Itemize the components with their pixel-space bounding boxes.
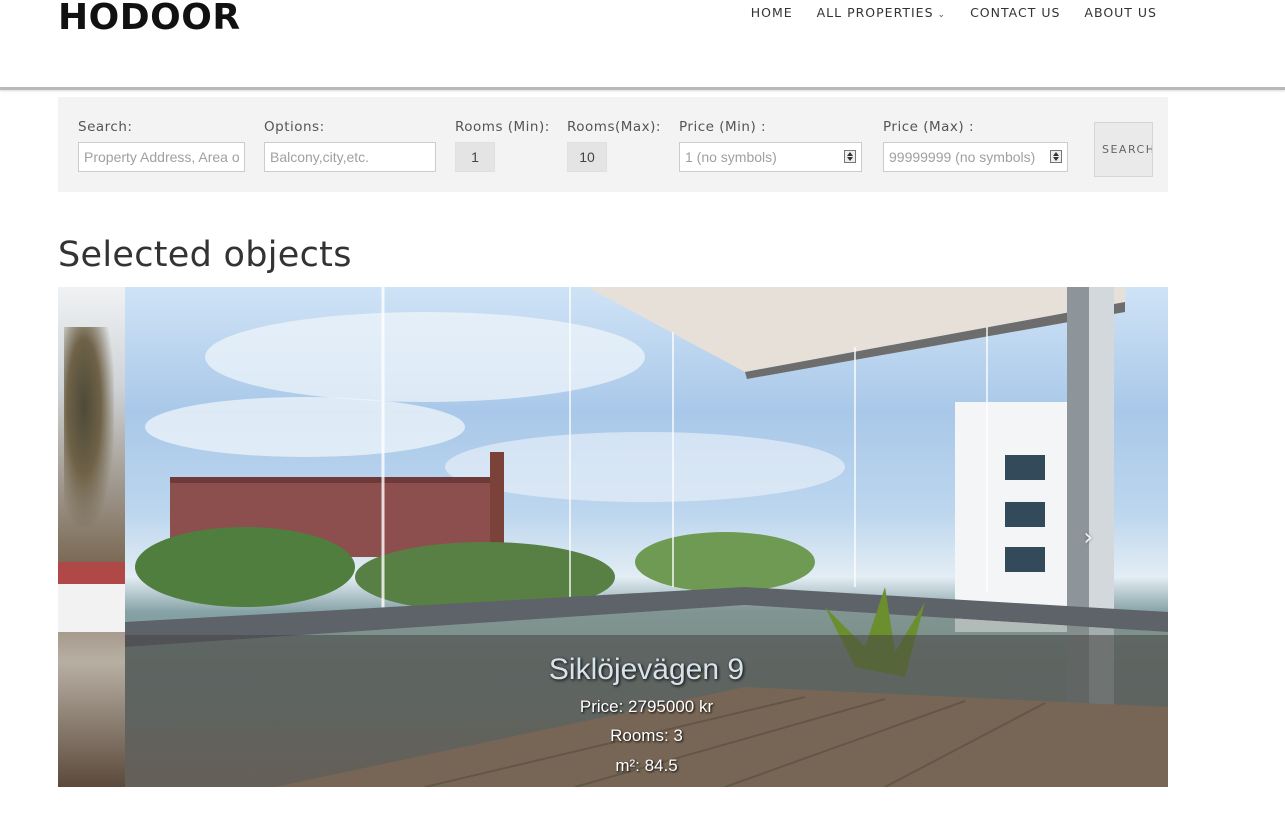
property-area: m²: 84.5	[615, 756, 678, 775]
search-panel: Search: Options: Rooms (Min): 1 Rooms(Ma…	[58, 97, 1168, 192]
nav-contact-us[interactable]: CONTACT US	[970, 5, 1060, 23]
rooms-max-label: Rooms(Max):	[567, 119, 661, 135]
nav-home[interactable]: HOME	[751, 5, 793, 23]
price-min-wrapper	[679, 142, 862, 172]
property-title[interactable]: Siklöjevägen 9	[125, 653, 1168, 687]
site-logo[interactable]: HODOOR	[58, 0, 241, 38]
main-nav: HOME ALL PROPERTIES ⌄ CONTACT US ABOUT US	[727, 5, 1157, 23]
chevron-down-icon: ⌄	[937, 10, 947, 20]
options-label: Options:	[264, 119, 325, 135]
previous-slide-preview[interactable]	[58, 287, 125, 787]
rooms-min-field-group: Rooms (Min): 1	[455, 119, 550, 172]
price-min-field-group: Price (Min) :	[679, 119, 862, 172]
price-min-input[interactable]	[679, 142, 862, 172]
site-header: HODOOR HOME ALL PROPERTIES ⌄ CONTACT US A…	[0, 0, 1285, 90]
rooms-max-field-group: Rooms(Max): 10	[567, 119, 661, 172]
options-field-group: Options:	[264, 119, 436, 172]
price-max-field-group: Price (Max) :	[883, 119, 1068, 172]
slide-caption[interactable]: Siklöjevägen 9 Price: 2795000 kr Rooms: …	[125, 635, 1168, 787]
spinner-icon[interactable]	[1050, 150, 1062, 163]
price-max-input[interactable]	[883, 142, 1068, 172]
tree-shape	[64, 327, 114, 527]
search-input[interactable]	[78, 142, 245, 172]
nav-about-us[interactable]: ABOUT US	[1084, 5, 1157, 23]
search-label: Search:	[78, 119, 133, 135]
search-field-group: Search:	[78, 119, 245, 172]
nav-home-label: HOME	[750, 5, 793, 20]
nav-all-properties[interactable]: ALL PROPERTIES ⌄	[817, 5, 946, 23]
rooms-max-select[interactable]: 10	[567, 142, 607, 172]
spinner-icon[interactable]	[844, 150, 856, 163]
rooms-min-label: Rooms (Min):	[455, 119, 550, 135]
price-max-label: Price (Max) :	[883, 119, 975, 135]
price-min-label: Price (Min) :	[679, 119, 767, 135]
price-max-wrapper	[883, 142, 1068, 172]
property-slider[interactable]: › Siklöjevägen 9 Price: 2795000 kr Rooms…	[58, 287, 1168, 787]
property-rooms: Rooms: 3	[610, 726, 683, 745]
rooms-min-select[interactable]: 1	[455, 142, 495, 172]
options-input[interactable]	[264, 142, 436, 172]
search-button[interactable]: SEARCH	[1094, 122, 1153, 177]
section-title: Selected objects	[58, 235, 352, 275]
nav-contact-us-label: CONTACT US	[970, 5, 1061, 20]
chevron-right-icon[interactable]: ›	[1083, 523, 1093, 551]
nav-about-us-label: ABOUT US	[1084, 5, 1157, 20]
house-shape	[58, 562, 125, 632]
nav-all-properties-label: ALL PROPERTIES	[816, 5, 934, 20]
property-price: Price: 2795000 kr	[579, 697, 714, 716]
